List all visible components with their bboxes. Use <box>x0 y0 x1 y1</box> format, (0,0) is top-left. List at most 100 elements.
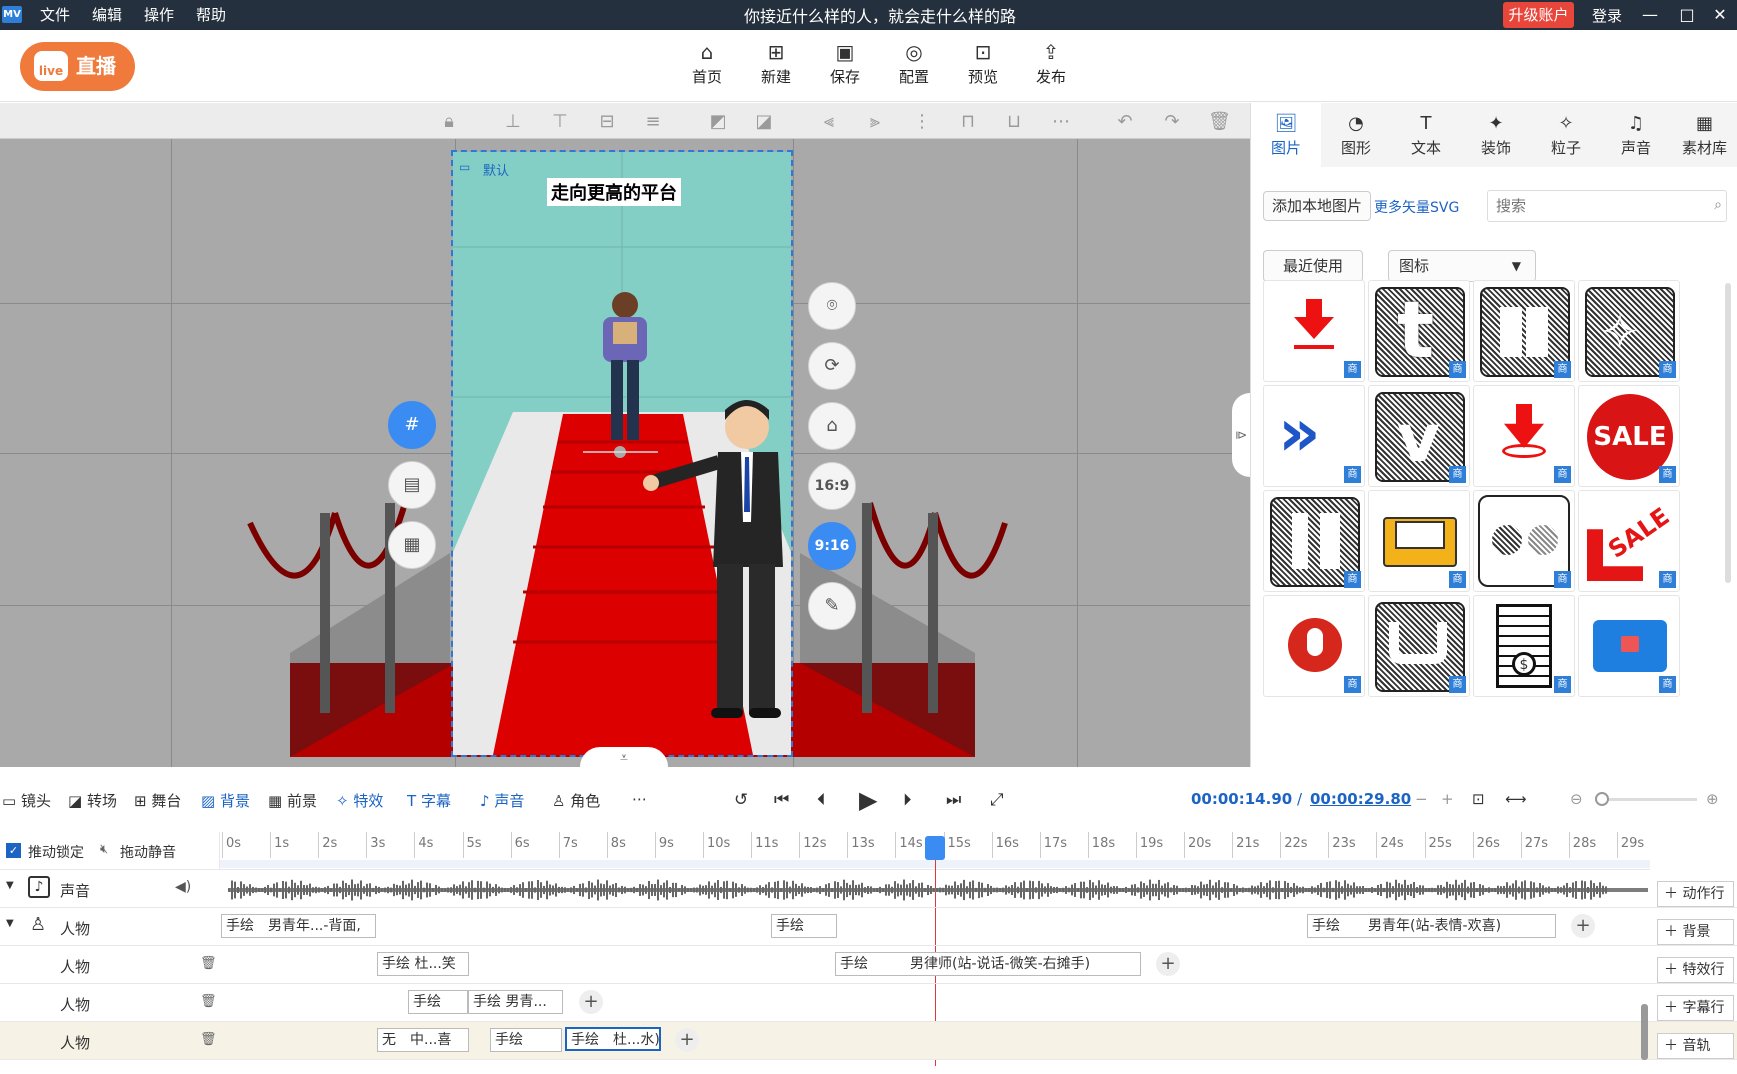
screenshot-button[interactable]: ⌾ <box>808 282 856 330</box>
tool-role[interactable]: ♙ 角色 <box>552 790 600 811</box>
stretch-icon[interactable]: ⟷ <box>1505 790 1527 808</box>
tab-image[interactable]: 🖼︎ 图片 <box>1251 103 1321 167</box>
clip[interactable]: 手绘 杜...笑 <box>377 952 469 976</box>
stage-canvas[interactable]: 🔒︎ ⊥ ⊤ ⊟ ≡ ◩ ◪ ⫷ ⫸ ⋮ ⊓ ⊔ ⋯ ↶ ↷ 🗑︎ ▭ 默认 走… <box>0 103 1250 767</box>
expand-icon[interactable]: ▼ <box>6 918 14 929</box>
home-button[interactable]: ⌂ 首页 <box>677 38 737 98</box>
minus-time-icon[interactable]: − <box>1415 790 1428 808</box>
reset-icon[interactable]: ↺ <box>734 790 748 810</box>
mute-icon[interactable]: 🔇︎ <box>100 842 108 857</box>
add-subtitle-row-button[interactable]: ＋ 字幕行 <box>1657 995 1734 1021</box>
collapse-timeline-icon[interactable]: ⩡ <box>580 747 668 767</box>
add-clip-button[interactable]: + <box>579 990 603 1014</box>
live-button[interactable]: live 直播 <box>20 42 135 91</box>
total-time[interactable]: 00:00:29.80 <box>1310 790 1411 808</box>
maximize-icon[interactable]: □ <box>1672 0 1702 30</box>
fullscreen-icon[interactable]: ⤢ <box>990 790 1004 810</box>
menu-edit[interactable]: 编辑 <box>92 0 122 30</box>
tool-effects[interactable]: ✧ 特效 <box>336 790 383 811</box>
unlock-button[interactable]: ⌂ <box>808 402 856 450</box>
clip[interactable]: 手绘 男青年...-背面, <box>221 914 376 938</box>
asset-toilet-icon[interactable]: 商 <box>1263 490 1365 592</box>
asset-flickr-icon[interactable]: 商 <box>1473 490 1575 592</box>
asset-stumble-icon[interactable]: 商 <box>1368 595 1470 697</box>
ratio-9-16-button[interactable]: 9:16 <box>808 522 856 570</box>
add-clip-button[interactable]: + <box>1571 914 1595 938</box>
tab-particle[interactable]: ✧ 粒子 <box>1531 103 1601 167</box>
publish-button[interactable]: ⇪ 发布 <box>1021 38 1081 98</box>
preview-button[interactable]: ⊡ 预览 <box>953 38 1013 98</box>
plus-time-icon[interactable]: + <box>1441 790 1454 808</box>
login-link[interactable]: 登录 <box>1592 0 1622 32</box>
asset-sale-arrow-icon[interactable]: SALE 商 <box>1578 490 1680 592</box>
fit-icon[interactable]: ⊡ <box>1472 790 1485 808</box>
clip[interactable]: 手绘 <box>490 1028 562 1052</box>
asset-windows-icon[interactable]: 商 <box>1473 280 1575 382</box>
asset-vimeo-icon[interactable]: v商 <box>1368 385 1470 487</box>
category-select[interactable]: 图标 ▼ <box>1388 250 1536 282</box>
scene-headline[interactable]: 走向更高的平台 <box>547 178 681 206</box>
add-clip-button[interactable]: + <box>1156 952 1180 976</box>
clip[interactable]: 手绘 <box>771 914 837 938</box>
config-button[interactable]: ◎ 配置 <box>884 38 944 98</box>
skip-start-icon[interactable]: ⏮ <box>774 790 789 810</box>
asset-pin-download-icon[interactable]: 商 <box>1473 385 1575 487</box>
film-settings-button[interactable]: ▦ <box>388 521 436 569</box>
new-button[interactable]: ⊞ 新建 <box>746 38 806 98</box>
add-audio-track-button[interactable]: ＋ 音轨 <box>1657 1033 1734 1059</box>
tab-shape[interactable]: ◔ 图形 <box>1321 103 1391 167</box>
asset-microphone-icon[interactable]: 商 <box>1263 595 1365 697</box>
tool-stage[interactable]: ⊞ 舞台 <box>134 790 181 811</box>
search-input[interactable] <box>1496 192 1696 220</box>
tool-transition[interactable]: ◪ 转场 <box>68 790 117 811</box>
zoom-slider[interactable] <box>1595 792 1697 806</box>
add-clip-button[interactable]: + <box>675 1028 699 1052</box>
collapse-panel-icon[interactable]: ⧐ <box>1232 393 1250 477</box>
clip[interactable]: 手绘 男律师(站-说话-微笑-右摊手) <box>835 952 1141 976</box>
zoom-slider-handle[interactable] <box>1595 792 1609 806</box>
clip[interactable]: 无 中...喜 <box>377 1028 469 1052</box>
search-box[interactable]: ⌕ <box>1487 190 1727 222</box>
asset-forward-icon[interactable]: » 商 <box>1263 385 1365 487</box>
menu-help[interactable]: 帮助 <box>196 0 226 30</box>
playhead-handle[interactable] <box>925 836 945 860</box>
asset-mail-icon[interactable]: 商 <box>1368 490 1470 592</box>
tab-sound[interactable]: ♫ 声音 <box>1601 103 1671 167</box>
step-back-icon[interactable]: ⏴ <box>817 790 826 810</box>
trash-icon[interactable]: 🗑︎ <box>200 994 217 1009</box>
asset-sale-badge-icon[interactable]: SALE 商 <box>1578 385 1680 487</box>
grid-toggle-button[interactable]: # <box>388 401 436 449</box>
clip[interactable]: 手绘 男青年(站-表情-欢喜) <box>1307 914 1556 938</box>
recent-button[interactable]: 最近使用 <box>1263 250 1363 282</box>
asset-tumblr-icon[interactable]: t商 <box>1368 280 1470 382</box>
speaker-icon[interactable]: ◀︎) <box>175 879 191 895</box>
clip[interactable]: 手绘 <box>408 990 468 1014</box>
lock-checkbox[interactable]: ✓ <box>6 843 21 858</box>
menu-file[interactable]: 文件 <box>40 0 70 30</box>
play-icon[interactable]: ▶ <box>859 786 877 814</box>
asset-twitter-icon[interactable]: ✧ 商 <box>1578 280 1680 382</box>
phone-frame[interactable]: ▭ 默认 走向更高的平台 <box>451 150 793 757</box>
timeline-scrollbar[interactable] <box>1641 1004 1648 1060</box>
add-background-button[interactable]: ＋ 背景 <box>1657 919 1734 945</box>
tool-foreground[interactable]: ▦ 前景 <box>268 790 317 811</box>
clip[interactable]: 手绘 男青... <box>468 990 563 1014</box>
tool-background[interactable]: ▨ 背景 <box>201 790 250 811</box>
save-button[interactable]: ▣ 保存 <box>815 38 875 98</box>
film-button[interactable]: ▤ <box>388 461 436 509</box>
tab-decor[interactable]: ✦ 装饰 <box>1461 103 1531 167</box>
tool-sound[interactable]: ♪ 声音 <box>480 790 524 811</box>
refresh-button[interactable]: ⟳ <box>808 342 856 390</box>
more-svg-link[interactable]: 更多矢量SVG <box>1374 197 1459 217</box>
minimize-icon[interactable]: — <box>1635 0 1665 30</box>
asset-receipt-icon[interactable]: $ 商 <box>1473 595 1575 697</box>
zoom-out-icon[interactable]: ⊖ <box>1570 790 1583 808</box>
edit-button[interactable]: ✎ <box>808 582 856 630</box>
expand-icon[interactable]: ▼ <box>6 880 14 891</box>
more-icon[interactable]: ⋯ <box>632 790 647 808</box>
trash-icon[interactable]: 🗑︎ <box>200 1032 217 1047</box>
trash-icon[interactable]: 🗑︎ <box>200 956 217 971</box>
add-effect-row-button[interactable]: ＋ 特效行 <box>1657 957 1734 983</box>
step-forward-icon[interactable]: ⏵ <box>903 790 912 810</box>
add-action-row-button[interactable]: ＋ 动作行 <box>1657 881 1734 907</box>
